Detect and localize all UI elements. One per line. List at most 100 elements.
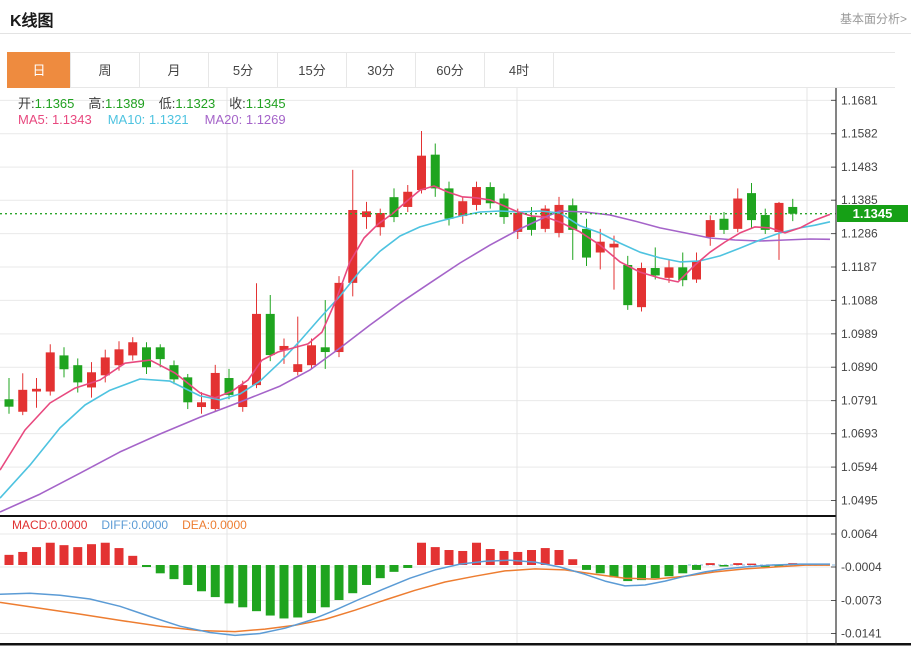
macd-bar: [128, 556, 137, 565]
ma-legend: MA5: 1.1343 MA10: 1.1321 MA20: 1.1269: [18, 112, 302, 127]
ma5-value: MA5: 1.1343: [18, 112, 92, 127]
candle-body: [747, 193, 756, 220]
candle-body: [156, 347, 165, 359]
candle-body: [60, 355, 69, 369]
candle-body: [321, 347, 330, 352]
candle-body: [720, 219, 729, 230]
candle-body: [788, 207, 797, 214]
y-axis-label: 1.0594: [841, 460, 878, 474]
macd-bar: [582, 565, 591, 570]
y-axis-label: 1.1582: [841, 127, 878, 141]
candle-body: [555, 205, 564, 233]
macd-bar: [115, 548, 124, 565]
macd-bar: [513, 552, 522, 565]
y-axis-label: 1.0989: [841, 327, 878, 341]
macd-bar: [293, 565, 302, 617]
candle-body: [417, 156, 426, 190]
macd-bar: [376, 565, 385, 578]
macd-bar: [266, 565, 275, 616]
macd-bar: [335, 565, 344, 600]
candle-body: [32, 389, 41, 392]
y-axis-label: 1.0693: [841, 427, 878, 441]
macd-bar: [706, 563, 715, 565]
macd-bar: [417, 543, 426, 565]
candle-body: [403, 192, 412, 207]
macd-bar: [280, 565, 289, 618]
ma20-value: MA20: 1.1269: [205, 112, 286, 127]
macd-bar: [445, 550, 454, 565]
macd-bar: [596, 565, 605, 573]
diff-line: [0, 560, 830, 635]
macd-bar: [720, 565, 729, 567]
candle-body: [307, 345, 316, 365]
candle-body: [87, 372, 96, 387]
ohlc-legend: 开:1.1365高:1.1389低:1.1323收:1.1345: [18, 93, 300, 112]
low-label: 低:: [159, 96, 176, 111]
macd-bar: [211, 565, 220, 597]
macd-bar: [307, 565, 316, 613]
y-axis-label: 1.0791: [841, 394, 878, 408]
macd-bar: [225, 565, 234, 603]
macd-bar: [610, 565, 619, 577]
macd-y-axis-label: -0.0004: [841, 560, 882, 574]
macd-y-axis-label: -0.0141: [841, 627, 882, 641]
macd-bar: [170, 565, 179, 579]
high-label: 高:: [88, 96, 105, 111]
macd-bar: [321, 565, 330, 607]
macd-bar: [252, 565, 261, 611]
candle-body: [211, 373, 220, 409]
candle-body: [706, 220, 715, 237]
macd-bar: [733, 563, 742, 565]
candle-body: [128, 342, 137, 355]
low-value: 1.1323: [175, 96, 215, 111]
macd-bar: [500, 551, 509, 565]
macd-legend: MACD:0.0000DIFF:0.0000DEA:0.0000: [12, 518, 261, 532]
open-value: 1.1365: [35, 96, 75, 111]
macd-bar: [348, 565, 357, 593]
macd-bar: [73, 547, 82, 565]
diff-value: DIFF:0.0000: [101, 518, 168, 532]
macd-bar: [431, 547, 440, 565]
macd-bar: [238, 565, 247, 607]
y-axis-label: 1.0495: [841, 493, 878, 507]
macd-bar: [5, 555, 14, 565]
macd-bar: [390, 565, 399, 572]
macd-value: MACD:0.0000: [12, 518, 87, 532]
ma10-line: [0, 211, 830, 498]
macd-bar: [486, 549, 495, 565]
candle-body: [46, 352, 55, 391]
macd-bar: [197, 565, 206, 591]
candle-body: [252, 314, 261, 385]
candle-body: [5, 399, 14, 406]
macd-bar: [637, 565, 646, 580]
candle-body: [651, 268, 660, 275]
dea-line: [0, 565, 830, 632]
macd-bar: [651, 565, 660, 578]
bottom-border: [0, 643, 911, 646]
candle-body: [142, 347, 151, 367]
y-axis-label: 1.1681: [841, 93, 878, 107]
macd-bar: [18, 552, 27, 565]
ma10-value: MA10: 1.1321: [108, 112, 189, 127]
macd-y-axis-label: 0.0064: [841, 527, 878, 541]
candle-body: [348, 210, 357, 283]
y-axis-label: 1.1088: [841, 293, 878, 307]
candle-body: [775, 203, 784, 232]
macd-bar: [46, 543, 55, 565]
candle-body: [73, 365, 82, 382]
macd-bar: [403, 565, 412, 568]
macd-bar: [87, 544, 96, 565]
macd-bar: [678, 565, 687, 573]
macd-y-axis-label: -0.0073: [841, 593, 882, 607]
y-axis-label: 1.1483: [841, 160, 878, 174]
current-price-badge: 1.1345: [837, 205, 908, 222]
candle-body: [238, 385, 247, 407]
candle-body: [293, 364, 302, 372]
candle-body: [197, 402, 206, 407]
close-label: 收:: [229, 96, 246, 111]
y-axis-label: 1.1286: [841, 227, 878, 241]
open-label: 开:: [18, 96, 35, 111]
macd-bar: [60, 545, 69, 565]
macd-bar: [142, 565, 151, 567]
macd-bar: [747, 564, 756, 565]
